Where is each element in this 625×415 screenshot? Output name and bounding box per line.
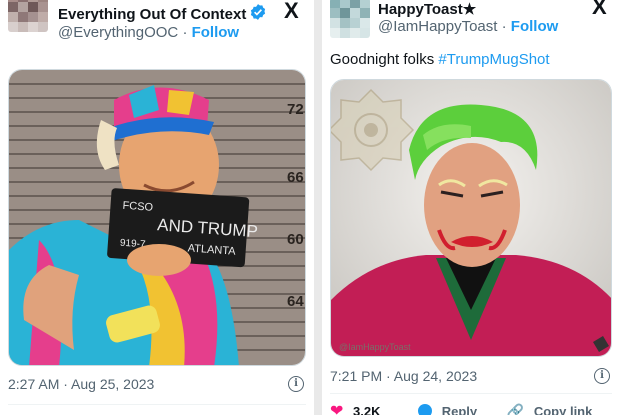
like-count[interactable]: 3.2K (353, 404, 380, 415)
mugshot-illustration: 72 66 60 64 FCSO AND TRUMP 919-7 ATLANTA (9, 70, 305, 365)
reply-button[interactable]: Reply (442, 404, 477, 415)
divider (8, 404, 306, 405)
author-handle[interactable]: @IamHappyToast (378, 18, 497, 35)
info-icon[interactable]: i (288, 376, 304, 392)
tweet-card-left: Everything Out Of Context @EverythingOOC… (0, 0, 314, 415)
hashtag-link[interactable]: #TrumpMugShot (438, 51, 549, 68)
x-logo-icon[interactable]: X (592, 0, 607, 18)
copy-link-button[interactable]: Copy link (534, 404, 593, 415)
height-mark: 66 (287, 169, 304, 186)
verified-badge-icon (251, 4, 266, 20)
divider (330, 393, 612, 394)
action-bar: ❤ 3.2K Reply 🔗 Copy link (330, 401, 592, 415)
tweet-text-plain: Goodnight folks (330, 51, 439, 68)
handle-row: @EverythingOOC · Follow (58, 24, 239, 41)
link-chain-icon[interactable]: 🔗 (507, 403, 524, 415)
tweet-card-right: HappyToast★ @IamHappyToast · Follow X Go… (322, 0, 625, 415)
avatar[interactable] (8, 0, 48, 32)
avatar[interactable] (330, 0, 370, 38)
author-handle[interactable]: @EverythingOOC (58, 24, 178, 41)
like-heart-icon[interactable]: ❤ (330, 401, 343, 415)
tweet-text: Goodnight folks #TrumpMugShot (330, 51, 550, 68)
height-mark: 72 (287, 101, 304, 118)
reply-bubble-icon[interactable] (418, 404, 433, 415)
tweet-timestamp[interactable]: 2:27 AM · Aug 25, 2023 (8, 376, 154, 392)
height-mark: 64 (287, 293, 304, 310)
tweet-image[interactable]: @IamHappyToast (330, 79, 612, 357)
mugshot-illustration: @IamHappyToast (331, 80, 611, 356)
author-name-text[interactable]: Everything Out Of Context (58, 6, 246, 23)
tweet-timestamp[interactable]: 7:21 PM · Aug 24, 2023 (330, 368, 477, 384)
separator: · (182, 24, 188, 41)
tweet-image[interactable]: 72 66 60 64 FCSO AND TRUMP 919-7 ATLANTA (8, 69, 306, 366)
separator: · (501, 18, 507, 35)
handle-row: @IamHappyToast · Follow (378, 18, 558, 35)
follow-button[interactable]: Follow (511, 18, 559, 35)
author-name[interactable]: Everything Out Of Context (58, 3, 267, 23)
info-icon[interactable]: i (594, 368, 610, 384)
image-watermark: @IamHappyToast (339, 342, 411, 352)
x-logo-icon[interactable]: X (284, 0, 299, 22)
height-mark: 60 (287, 231, 304, 248)
follow-button[interactable]: Follow (192, 24, 240, 41)
placard-line-1: FCSO (122, 200, 154, 214)
author-name[interactable]: HappyToast★ (378, 0, 476, 18)
